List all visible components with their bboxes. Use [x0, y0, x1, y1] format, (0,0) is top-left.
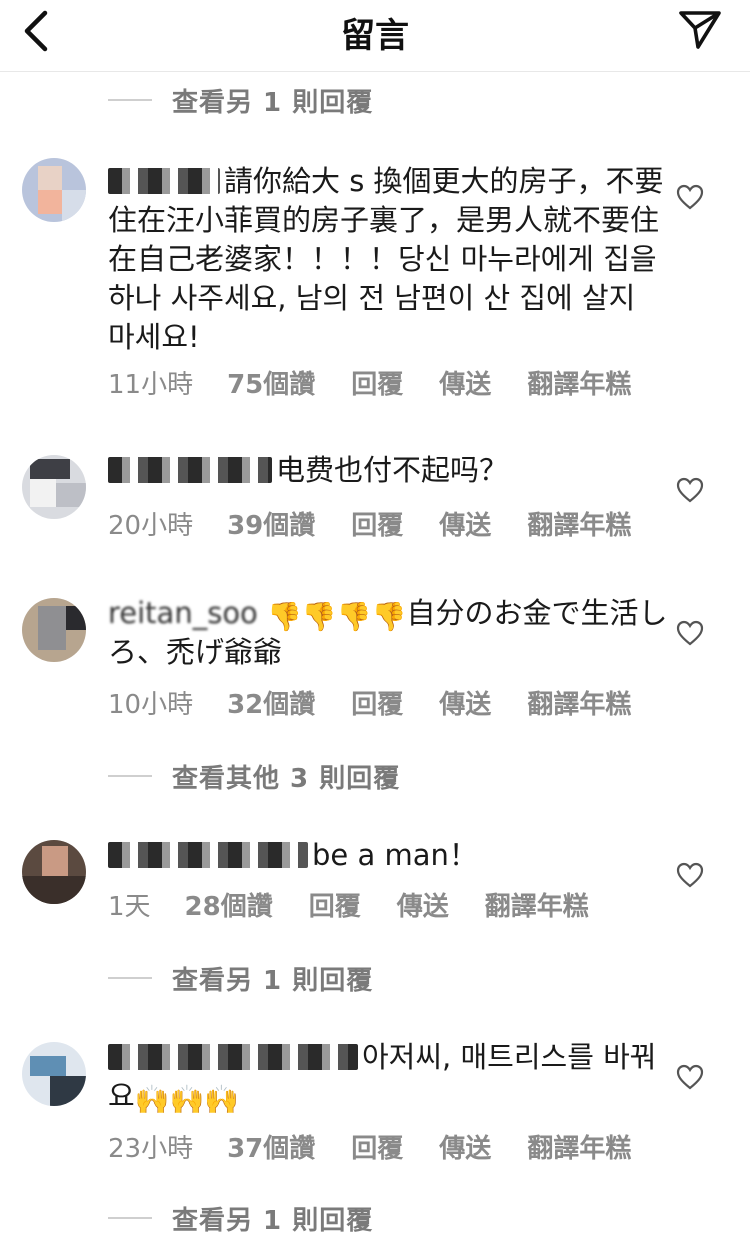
like-count[interactable]: 28個讚 — [185, 886, 273, 923]
translate-link[interactable]: 翻譯年糕 — [527, 364, 631, 401]
view-replies-link[interactable]: 查看另 1 則回覆 — [108, 960, 373, 996]
like-count[interactable]: 37個讚 — [227, 1128, 315, 1165]
send-link[interactable]: 傳送 — [397, 886, 449, 923]
avatar[interactable] — [22, 455, 86, 519]
comment-meta: 20小時 39個讚 回覆 傳送 翻譯年糕 — [108, 505, 667, 542]
reply-button[interactable]: 回覆 — [351, 684, 403, 721]
reply-button[interactable]: 回覆 — [351, 1128, 403, 1165]
send-link[interactable]: 傳送 — [439, 505, 491, 542]
view-replies-link[interactable]: 查看其他 3 則回覆 — [108, 758, 400, 794]
send-link[interactable]: 傳送 — [439, 364, 491, 401]
avatar[interactable] — [22, 598, 86, 662]
comment-meta: 1天 28個讚 回覆 傳送 翻譯年糕 — [108, 886, 625, 923]
like-count[interactable]: 39個讚 — [227, 505, 315, 542]
send-link[interactable]: 傳送 — [439, 1128, 491, 1165]
reply-button[interactable]: 回覆 — [351, 505, 403, 542]
divider-line — [108, 977, 152, 979]
comment-meta: 11小時 75個讚 回覆 傳送 翻譯年糕 — [108, 364, 667, 401]
translate-link[interactable]: 翻譯年糕 — [527, 505, 631, 542]
heart-outline-icon[interactable] — [676, 620, 704, 646]
username-blurred[interactable] — [108, 168, 220, 194]
paper-plane-icon — [679, 11, 721, 49]
view-replies-label: 查看另 1 則回覆 — [172, 965, 374, 996]
comment-meta: 23小時 37個讚 回覆 傳送 翻譯年糕 — [108, 1128, 667, 1165]
avatar[interactable] — [22, 158, 86, 222]
heart-outline-icon[interactable] — [676, 862, 704, 888]
comment-time: 20小時 — [108, 511, 194, 541]
username-blurred[interactable] — [108, 457, 272, 483]
view-replies-label: 查看其他 3 則回覆 — [172, 763, 401, 794]
heart-outline-icon[interactable] — [676, 477, 704, 503]
reply-button[interactable]: 回覆 — [309, 886, 361, 923]
translate-link[interactable]: 翻譯年糕 — [485, 886, 589, 923]
avatar[interactable] — [22, 840, 86, 904]
translate-link[interactable]: 翻譯年糕 — [527, 684, 631, 721]
divider-line — [108, 1217, 152, 1219]
comment-text: 电费也付不起吗？ — [276, 453, 509, 487]
view-replies-label: 查看另 1 則回覆 — [172, 87, 374, 118]
comment-text: be a man！ — [312, 838, 478, 872]
send-button[interactable] — [676, 8, 724, 52]
thumbs-down-emoji: 👎👎👎👎 — [267, 600, 407, 633]
heart-outline-icon[interactable] — [676, 184, 704, 210]
header-bar: 留言 — [0, 0, 750, 72]
comment-time: 23小時 — [108, 1134, 194, 1164]
comment-time: 10小時 — [108, 690, 194, 720]
view-replies-label: 查看另 1 則回覆 — [172, 1205, 374, 1233]
comment-time: 11小時 — [108, 370, 194, 400]
username-blurred[interactable] — [108, 1044, 358, 1070]
raised-hands-emoji: 🙌🙌🙌 — [134, 1083, 240, 1116]
divider-line — [108, 99, 152, 101]
avatar[interactable] — [22, 1042, 86, 1106]
translate-link[interactable]: 翻譯年糕 — [527, 1128, 631, 1165]
view-replies-link[interactable]: 查看另 1 則回覆 — [108, 1200, 373, 1233]
send-link[interactable]: 傳送 — [439, 684, 491, 721]
username-partial[interactable]: reitan_soo — [108, 596, 258, 630]
like-count[interactable]: 32個讚 — [227, 684, 315, 721]
username-blurred[interactable] — [108, 842, 308, 868]
view-replies-link[interactable]: 查看另 1 則回覆 — [108, 82, 373, 118]
divider-line — [108, 775, 152, 777]
comment-meta: 10小時 32個讚 回覆 傳送 翻譯年糕 — [108, 684, 667, 721]
reply-button[interactable]: 回覆 — [351, 364, 403, 401]
heart-outline-icon[interactable] — [676, 1064, 704, 1090]
comment-time: 1天 — [108, 892, 151, 922]
like-count[interactable]: 75個讚 — [227, 364, 315, 401]
page-title: 留言 — [341, 16, 409, 56]
